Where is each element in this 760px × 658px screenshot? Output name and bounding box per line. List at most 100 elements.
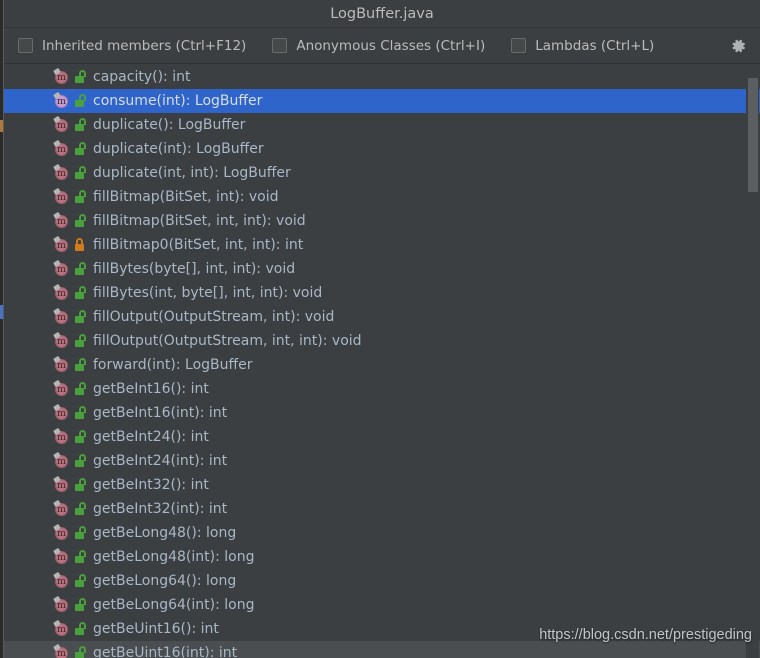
list-item[interactable]: m consume(int): LogBuffer: [4, 89, 760, 113]
list-item[interactable]: m fillBitmap0(BitSet, int, int): int: [4, 233, 760, 257]
method-icon: m: [53, 427, 70, 445]
public-lock-icon: [74, 502, 86, 516]
method-icon: m: [53, 91, 70, 109]
public-lock-icon: [74, 550, 86, 564]
list-item-label: getBeInt32(): int: [93, 477, 209, 493]
public-lock-icon: [74, 598, 86, 612]
method-icon: m: [53, 403, 70, 421]
list-item[interactable]: m fillBytes(int, byte[], int, int): void: [4, 281, 760, 305]
public-lock-icon: [74, 358, 86, 372]
filter-toolbar: Inherited members (Ctrl+F12) Anonymous C…: [4, 28, 760, 64]
list-item[interactable]: m getBeInt16(): int: [4, 377, 760, 401]
list-item[interactable]: m getBeInt24(int): int: [4, 449, 760, 473]
list-item-label: getBeInt32(int): int: [93, 501, 228, 517]
filter-inherited-members-label: Inherited members (Ctrl+F12): [42, 37, 247, 54]
method-icon: m: [53, 211, 70, 229]
list-item-label: getBeLong48(int): long: [93, 549, 255, 565]
public-lock-icon: [74, 214, 86, 228]
public-lock-icon: [74, 70, 86, 84]
list-item[interactable]: m fillBitmap(BitSet, int): void: [4, 185, 760, 209]
public-lock-icon: [74, 454, 86, 468]
method-icon: m: [53, 499, 70, 517]
public-lock-icon: [74, 166, 86, 180]
method-icon: m: [53, 595, 70, 613]
list-item-label: fillBitmap(BitSet, int): void: [93, 189, 279, 205]
structure-list: m capacity(): int m consume(int): LogBuffer…: [4, 65, 760, 658]
list-item-label: fillBitmap0(BitSet, int, int): int: [93, 237, 304, 253]
method-icon: m: [53, 619, 70, 637]
method-icon: m: [53, 259, 70, 277]
list-item-label: getBeLong64(int): long: [93, 597, 255, 613]
list-item-label: duplicate(int): LogBuffer: [93, 141, 264, 157]
list-item[interactable]: m duplicate(int, int): LogBuffer: [4, 161, 760, 185]
filter-anonymous-classes-label: Anonymous Classes (Ctrl+I): [296, 37, 486, 54]
list-item[interactable]: m getBeLong48(): long: [4, 521, 760, 545]
list-item[interactable]: m getBeInt32(): int: [4, 473, 760, 497]
filter-anonymous-classes[interactable]: Anonymous Classes (Ctrl+I): [272, 38, 485, 54]
list-item[interactable]: m getBeUint16(int): int: [4, 641, 760, 658]
method-icon: m: [53, 379, 70, 397]
checkbox-anonymous-classes[interactable]: [272, 38, 288, 53]
public-lock-icon: [74, 478, 86, 492]
public-lock-icon: [74, 310, 86, 324]
vertical-scrollbar[interactable]: [746, 65, 759, 658]
method-icon: m: [53, 355, 70, 373]
list-item[interactable]: m getBeInt16(int): int: [4, 401, 760, 425]
method-icon: m: [53, 283, 70, 301]
public-lock-icon: [74, 190, 86, 204]
list-item[interactable]: m getBeLong48(int): long: [4, 545, 760, 569]
public-lock-icon: [74, 526, 86, 540]
list-item[interactable]: m getBeInt24(): int: [4, 425, 760, 449]
public-lock-icon: [74, 334, 86, 348]
list-item-label: capacity(): int: [93, 69, 191, 85]
list-item[interactable]: m fillOutput(OutputStream, int): void: [4, 305, 760, 329]
list-item[interactable]: m duplicate(): LogBuffer: [4, 113, 760, 137]
method-icon: m: [53, 475, 70, 493]
public-lock-icon: [74, 574, 86, 588]
method-icon: m: [53, 451, 70, 469]
list-item-label: forward(int): LogBuffer: [93, 357, 253, 373]
list-item-label: fillBytes(byte[], int, int): void: [93, 261, 296, 277]
list-item[interactable]: m capacity(): int: [4, 65, 760, 89]
structure-list-viewport[interactable]: m capacity(): int m consume(int): LogBuffer…: [4, 65, 760, 658]
method-icon: m: [53, 187, 70, 205]
list-item[interactable]: m getBeLong64(): long: [4, 569, 760, 593]
gear-icon[interactable]: [730, 37, 748, 55]
filter-inherited-members[interactable]: Inherited members (Ctrl+F12): [18, 38, 246, 54]
method-icon: m: [53, 547, 70, 565]
public-lock-icon: [74, 406, 86, 420]
method-icon: m: [53, 115, 70, 133]
list-item[interactable]: m fillBitmap(BitSet, int, int): void: [4, 209, 760, 233]
list-item-label: getBeInt24(): int: [93, 429, 209, 445]
method-icon: m: [53, 67, 70, 85]
filter-lambdas[interactable]: Lambdas (Ctrl+L): [511, 38, 654, 54]
method-icon: m: [53, 139, 70, 157]
public-lock-icon: [74, 118, 86, 132]
list-item-label: duplicate(int, int): LogBuffer: [93, 165, 291, 181]
method-icon: m: [53, 643, 70, 658]
list-item[interactable]: m fillBytes(byte[], int, int): void: [4, 257, 760, 281]
list-item-label: getBeUint16(): int: [93, 621, 219, 637]
list-item[interactable]: m getBeUint16(): int: [4, 617, 760, 641]
file-structure-popup: LogBuffer.java Inherited members (Ctrl+F…: [3, 0, 760, 658]
public-lock-icon: [74, 622, 86, 636]
checkbox-lambdas[interactable]: [511, 38, 527, 53]
list-item[interactable]: m forward(int): LogBuffer: [4, 353, 760, 377]
list-item[interactable]: m duplicate(int): LogBuffer: [4, 137, 760, 161]
method-icon: m: [53, 235, 70, 253]
filter-lambdas-label: Lambdas (Ctrl+L): [535, 37, 655, 54]
private-lock-icon: [74, 238, 86, 252]
public-lock-icon: [74, 94, 86, 108]
list-item-label: getBeInt24(int): int: [93, 453, 228, 469]
list-item[interactable]: m getBeLong64(int): long: [4, 593, 760, 617]
popup-title-bar: LogBuffer.java: [4, 0, 760, 28]
scrollbar-thumb[interactable]: [748, 78, 758, 192]
list-item-label: duplicate(): LogBuffer: [93, 117, 246, 133]
list-item[interactable]: m fillOutput(OutputStream, int, int): voi…: [4, 329, 760, 353]
page-title: LogBuffer.java: [330, 6, 434, 22]
list-item-label: getBeUint16(int): int: [93, 645, 238, 658]
checkbox-inherited-members[interactable]: [18, 38, 33, 53]
list-item[interactable]: m getBeInt32(int): int: [4, 497, 760, 521]
list-item-label: fillOutput(OutputStream, int, int): void: [93, 333, 362, 349]
method-icon: m: [53, 307, 70, 325]
